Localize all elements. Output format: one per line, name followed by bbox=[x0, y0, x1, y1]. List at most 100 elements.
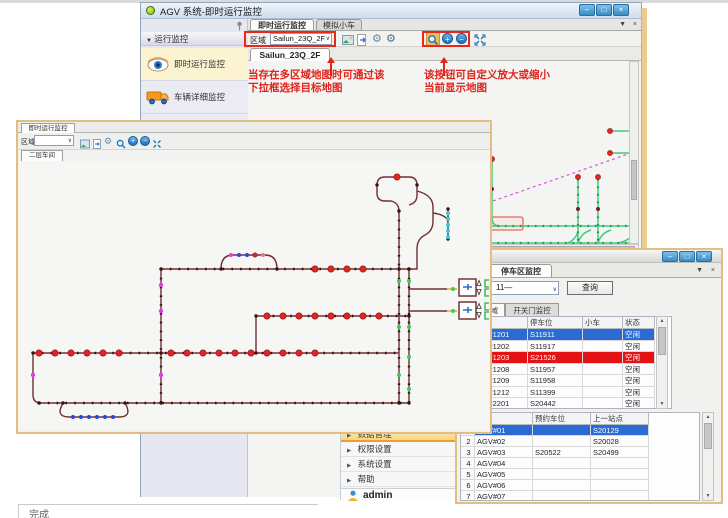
gear-icon[interactable]: ⚙ bbox=[104, 136, 114, 146]
cell bbox=[591, 480, 649, 491]
cell: S21526 bbox=[528, 352, 583, 364]
fit-view-icon[interactable] bbox=[152, 136, 162, 146]
panel-collapse-icon[interactable]: ▼ bbox=[619, 21, 626, 28]
cell bbox=[583, 341, 623, 353]
cell bbox=[533, 425, 591, 436]
magnifier-icon[interactable] bbox=[116, 136, 126, 146]
image-icon[interactable] bbox=[80, 136, 90, 146]
parking-row-2[interactable]: Parking#1202 S11917 空闲 bbox=[461, 341, 671, 353]
cell: 空闲 bbox=[623, 341, 655, 353]
minimize-button[interactable]: – bbox=[579, 4, 595, 16]
col-reserved-spot: 预约车位 bbox=[533, 413, 591, 425]
map-vscroll-thumb[interactable] bbox=[631, 160, 637, 200]
main-titlebar[interactable]: AGV 系统-即时运行监控 – □ × bbox=[141, 3, 641, 19]
cell: S11957 bbox=[528, 364, 583, 376]
scroll-down-icon[interactable]: ▼ bbox=[703, 493, 713, 499]
annotation-line: 该按钮可自定义放大或缩小 bbox=[424, 69, 550, 82]
truck-icon bbox=[145, 86, 171, 108]
maximize-button[interactable]: □ bbox=[679, 251, 695, 262]
scroll-thumb[interactable] bbox=[658, 327, 666, 355]
parking-row-6[interactable]: Parking#1212 S11399 空闲 bbox=[461, 387, 671, 399]
gear-icon-2[interactable]: ⚙ bbox=[386, 33, 398, 45]
export-icon[interactable] bbox=[92, 136, 102, 146]
cell: AGV#05 bbox=[475, 469, 533, 480]
tab-realtime-monitor[interactable]: 即时运行监控 bbox=[21, 123, 75, 133]
map-highlight-rect bbox=[488, 217, 523, 230]
annotation-line: 当前显示地图 bbox=[424, 82, 550, 95]
station-dots bbox=[36, 174, 400, 356]
scroll-up-icon[interactable]: ▲ bbox=[657, 318, 667, 324]
tab-map-sailun[interactable]: Sailun_23Q_2F bbox=[250, 48, 330, 61]
parking-monitor-window: – □ × 停车区监控 ▼ × 11— ∨ 查询 充电区域 开关门监控 停车区 … bbox=[455, 248, 723, 504]
parking-row-5[interactable]: Parking#1209 S11958 空闲 bbox=[461, 375, 671, 387]
parking-row-1[interactable]: Parking#1201 S11911 空闲 bbox=[461, 329, 671, 341]
col-status: 状态 bbox=[623, 317, 655, 329]
cart-row-3[interactable]: 3 AGV#03 S20522 S20499 bbox=[461, 447, 699, 458]
sidebar-item-realtime-monitor[interactable]: 即时运行监控 bbox=[141, 48, 248, 81]
sidebar-item-vehicle-detail[interactable]: 车辆详细监控 bbox=[141, 81, 248, 114]
parking-row-3[interactable]: Parking#1203 S21526 空闲 bbox=[461, 352, 671, 364]
query-button[interactable]: 查询 bbox=[567, 281, 613, 295]
parking-titlebar[interactable]: – □ × bbox=[457, 250, 721, 263]
parking-filter-value: 11— bbox=[496, 283, 512, 292]
maximize-button[interactable]: □ bbox=[596, 4, 612, 16]
cell bbox=[591, 491, 649, 501]
nav-item-label: 系统设置 bbox=[358, 459, 392, 469]
cell: S11399 bbox=[528, 387, 583, 399]
map-window-tab-row: 即时运行监控 bbox=[18, 122, 490, 133]
cart-table-header: 小车 预约车位 上一站点 bbox=[461, 413, 699, 425]
nav-pane-fragment: ▶ 数据管理 ▶ 权限设置 ▶ 系统设置 ▶ 帮助 admin bbox=[340, 426, 462, 500]
tab-map-floor2[interactable]: 二层车间 bbox=[21, 150, 63, 161]
scroll-thumb[interactable] bbox=[704, 423, 712, 449]
tab-realtime-monitor[interactable]: 即时运行监控 bbox=[250, 19, 314, 30]
close-button[interactable]: × bbox=[696, 251, 712, 262]
panel-close-icon[interactable]: × bbox=[711, 267, 715, 274]
row-index: 4 bbox=[461, 458, 475, 469]
sidebar-pin-row bbox=[141, 19, 248, 32]
tab-simulated-cart[interactable]: 模拟小车 bbox=[316, 19, 362, 30]
cart-row-6[interactable]: 6 AGV#06 bbox=[461, 480, 699, 491]
current-user-row[interactable]: admin bbox=[341, 488, 461, 501]
track-map-canvas[interactable] bbox=[19, 161, 489, 430]
row-index: 6 bbox=[461, 480, 475, 491]
cart-row-4[interactable]: 4 AGV#04 bbox=[461, 458, 699, 469]
nav-item-help[interactable]: ▶ 帮助 bbox=[341, 472, 461, 487]
content-tab-row: 即时运行监控 模拟小车 ▼ × bbox=[248, 19, 642, 31]
minimize-button[interactable]: – bbox=[662, 251, 678, 262]
parking-table-scrollbar[interactable]: ▲ ▼ bbox=[656, 316, 668, 409]
scroll-up-icon[interactable]: ▲ bbox=[703, 414, 713, 420]
cart-table-scrollbar[interactable]: ▲ ▼ bbox=[702, 412, 714, 501]
triangle-right-icon: ▶ bbox=[347, 478, 351, 484]
cell bbox=[583, 387, 623, 399]
sidebar-section-header[interactable]: ▼ 运行监控 bbox=[141, 32, 248, 46]
export-icon[interactable] bbox=[356, 33, 368, 45]
tab-parking-monitor[interactable]: 停车区监控 bbox=[490, 264, 552, 277]
fit-view-icon[interactable] bbox=[474, 33, 486, 45]
panel-collapse-icon[interactable]: ▼ bbox=[696, 267, 703, 274]
zoom-in-icon[interactable]: + bbox=[128, 136, 138, 146]
map-vertical-scrollbar[interactable] bbox=[629, 61, 639, 244]
cart-row-1[interactable]: 1 AGV#01 S20129 bbox=[461, 425, 699, 436]
annotation-text-dropdown: 当存在多区域地图时可通过该 下拉框选择目标地图 bbox=[248, 69, 385, 95]
subtab-door-monitor[interactable]: 开关门监控 bbox=[505, 303, 559, 316]
cart-row-2[interactable]: 2 AGV#02 S20028 bbox=[461, 436, 699, 447]
cart-row-7[interactable]: 7 AGV#07 bbox=[461, 491, 699, 501]
nav-item-permission-settings[interactable]: ▶ 权限设置 bbox=[341, 442, 461, 457]
cell: S11911 bbox=[528, 329, 583, 341]
nav-item-system-settings[interactable]: ▶ 系统设置 bbox=[341, 457, 461, 472]
panel-close-icon[interactable]: × bbox=[633, 21, 637, 28]
region-dropdown[interactable]: ∨ bbox=[34, 135, 74, 146]
parking-row-7[interactable]: Parking#2201 S20442 空闲 bbox=[461, 398, 671, 409]
nav-item-label: 帮助 bbox=[358, 474, 375, 484]
image-icon[interactable] bbox=[342, 33, 354, 45]
cell: AGV#06 bbox=[475, 480, 533, 491]
gear-icon[interactable]: ⚙ bbox=[372, 33, 384, 45]
col-cart: 小车 bbox=[583, 317, 623, 329]
cart-row-5[interactable]: 5 AGV#05 bbox=[461, 469, 699, 480]
parking-row-4[interactable]: Parking#1208 S11957 空闲 bbox=[461, 364, 671, 376]
zoom-out-icon[interactable]: − bbox=[140, 136, 150, 146]
scroll-down-icon[interactable]: ▼ bbox=[657, 401, 667, 407]
pin-icon[interactable] bbox=[235, 21, 244, 31]
close-button[interactable]: × bbox=[613, 4, 629, 16]
parking-window-controls: – □ × bbox=[662, 251, 712, 262]
